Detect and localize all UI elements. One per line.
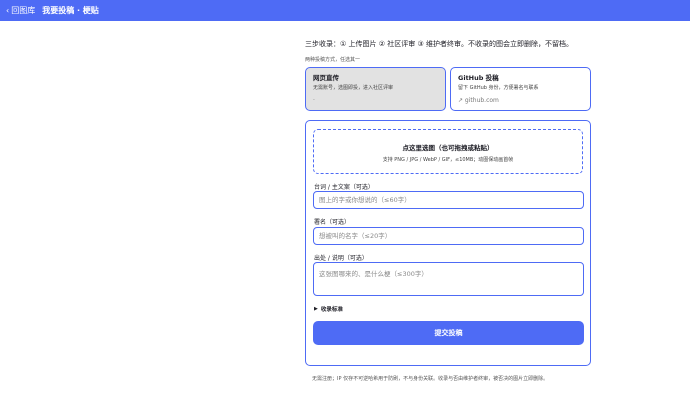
upload-form: 点这里选图（也可拖拽或粘贴） 支持 PNG / JPG / WebP / GIF… [305, 120, 591, 366]
method-github-desc: 留下 GitHub 身份，方便署名与联系 [458, 85, 539, 91]
dropzone-title: 点这里选图（也可拖拽或粘贴） [402, 144, 494, 152]
top-bar: ‹ 回图库 我要投稿 · 梗贴 [0, 0, 690, 21]
method-github-title: GitHub 投稿 [458, 74, 499, 82]
caption-input[interactable] [313, 191, 584, 209]
criteria-disclosure[interactable]: ▶ 收录标准 [314, 305, 343, 313]
source-label: 出处 / 说明（可选） [314, 255, 368, 262]
methods-label: 两种投稿方式，任选其一 [305, 57, 361, 63]
page-title: 我要投稿 · 梗贴 [42, 6, 99, 15]
author-label: 署名（可选） [314, 219, 351, 226]
privacy-note: 无需注册；IP 仅存不可逆哈希用于防刷，不与身份关联。收录与否由维护者终审，被否… [312, 376, 549, 382]
method-web-desc: 无需账号，选图即投，进入社区评审 [313, 85, 394, 91]
back-label: 回图库 [11, 6, 36, 15]
method-github-link[interactable]: ↗ github.com [458, 96, 583, 105]
method-github[interactable]: GitHub 投稿 留下 GitHub 身份，方便署名与联系 ↗ github.… [450, 67, 591, 111]
criteria-label: 收录标准 [320, 307, 343, 313]
submit-button[interactable]: 提交投稿 [313, 321, 584, 345]
triangle-right-icon: ▶ [314, 306, 318, 312]
image-dropzone[interactable]: 点这里选图（也可拖拽或粘贴） 支持 PNG / JPG / WebP / GIF… [313, 129, 583, 174]
method-web-title: 网页直传 [313, 74, 339, 82]
caption-label: 台词 / 主文案（可选） [314, 184, 374, 191]
source-textarea[interactable] [313, 262, 584, 296]
chevron-left-icon: ‹ [6, 6, 10, 15]
intro-steps: 三步收录：① 上传图片 ② 社区评审 ③ 维护者终审。不收录的图会立即删除，不留… [305, 40, 573, 48]
method-web-extra: · [313, 97, 315, 104]
method-web-upload[interactable]: 网页直传 无需账号，选图即投，进入社区评审 · [305, 67, 446, 111]
author-input[interactable] [313, 227, 584, 245]
dropzone-desc: 支持 PNG / JPG / WebP / GIF，≤10MB；动图保动画首帧 [382, 157, 514, 163]
back-to-gallery-link[interactable]: ‹ 回图库 [6, 5, 35, 16]
